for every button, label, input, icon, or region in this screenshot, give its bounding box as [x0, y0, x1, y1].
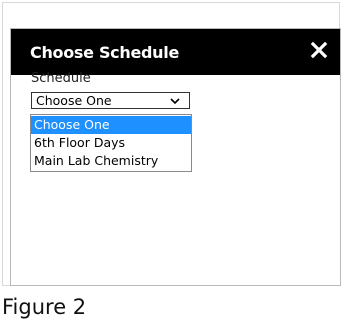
dialog-title: Choose Schedule — [30, 43, 179, 62]
close-icon[interactable] — [308, 39, 330, 61]
schedule-select[interactable]: Choose One — [31, 92, 190, 109]
figure-caption: Figure 2 — [2, 295, 87, 319]
option-choose-one[interactable]: Choose One — [31, 116, 191, 134]
chevron-down-icon — [169, 95, 181, 107]
figure-canvas: Choose Schedule Schedule Choose One Choo… — [0, 0, 343, 326]
schedule-dropdown-list: Choose One 6th Floor Days Main Lab Chemi… — [30, 114, 192, 172]
option-main-lab-chemistry[interactable]: Main Lab Chemistry — [31, 152, 191, 170]
schedule-label: Schedule — [31, 71, 91, 86]
dialog-header: Choose Schedule — [11, 29, 340, 75]
option-6th-floor-days[interactable]: 6th Floor Days — [31, 134, 191, 152]
schedule-select-value: Choose One — [36, 93, 112, 108]
